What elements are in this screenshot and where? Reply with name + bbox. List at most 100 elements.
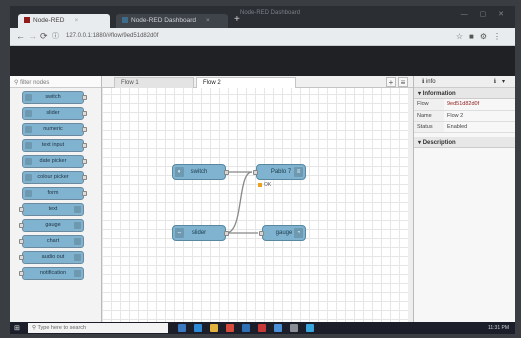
- tab-flow-1[interactable]: Flow 1: [114, 77, 194, 88]
- input-port[interactable]: [259, 231, 264, 236]
- input-port: [19, 255, 24, 260]
- palette-node-numeric[interactable]: numeric: [22, 123, 87, 136]
- palette-icon: [25, 174, 32, 181]
- sidebar-tab-bar: ℹ info ℹ▾: [414, 76, 515, 88]
- app-icon[interactable]: [258, 324, 266, 332]
- palette-node-text[interactable]: text: [19, 203, 84, 216]
- filter-placeholder: filter nodes: [20, 80, 50, 86]
- form-icon: [25, 190, 32, 197]
- slider-icon: ⇔: [175, 228, 184, 238]
- node-palette: ⚲ filter nodes switch slider numeric tex…: [10, 76, 102, 322]
- input-port[interactable]: [253, 170, 258, 175]
- flow-tab-label: Flow 2: [203, 80, 221, 86]
- palette-node-date-picker[interactable]: date picker: [22, 155, 87, 168]
- sidebar-tab-buttons[interactable]: ℹ▾: [494, 78, 511, 85]
- tab-info[interactable]: ℹ info: [422, 78, 436, 85]
- flow-tab-label: Flow 1: [121, 80, 139, 86]
- app-icon[interactable]: [290, 324, 298, 332]
- windows-start-icon[interactable]: ⊞: [14, 324, 20, 332]
- palette-node-label: text: [48, 206, 58, 212]
- section-title: Description: [422, 139, 456, 146]
- palette-node-audio-out[interactable]: audio out: [19, 251, 84, 264]
- new-tab-button[interactable]: +: [234, 14, 240, 25]
- palette-filter-input[interactable]: ⚲ filter nodes: [10, 76, 101, 88]
- property-key: Name: [414, 110, 444, 122]
- gauge-icon: [74, 222, 81, 229]
- palette-node-label: text input: [41, 142, 65, 148]
- information-section-header[interactable]: ▾ Information: [414, 88, 515, 99]
- slider-node[interactable]: ⇔ slider: [172, 225, 229, 241]
- switch-icon: ◐: [175, 167, 184, 177]
- slider-icon: [25, 110, 32, 117]
- palette-node-label: gauge: [45, 222, 61, 228]
- node-status: OK: [258, 182, 271, 188]
- switch-icon: [25, 94, 32, 101]
- app-icon[interactable]: [274, 324, 282, 332]
- add-flow-button[interactable]: +: [386, 77, 396, 87]
- section-title: Information: [422, 91, 456, 97]
- browser-action-icons[interactable]: ☆■⚙⋮: [456, 32, 507, 41]
- chart-icon: [74, 238, 81, 245]
- text-input-icon: [25, 142, 32, 149]
- site-info-icon[interactable]: ⓘ: [52, 31, 59, 41]
- forward-arrow-icon[interactable]: →: [28, 31, 37, 41]
- address-bar[interactable]: 127.0.0.1:1880/#flow/9ed51d82d0f: [62, 31, 452, 43]
- status-text: OK: [264, 182, 272, 188]
- wires: [225, 171, 258, 234]
- window-controls[interactable]: — ▢ ✕: [461, 10, 509, 18]
- store-icon[interactable]: [242, 324, 250, 332]
- back-arrow-icon[interactable]: ←: [16, 31, 25, 41]
- flow-list-button[interactable]: ≡: [398, 77, 408, 87]
- node-label: switch: [190, 169, 208, 175]
- close-tab-icon[interactable]: ×: [74, 17, 78, 24]
- info-properties-table: Flow 9ed51d82d0f Name Flow 2 Status Enab…: [414, 99, 515, 133]
- sidebar-tab-label: info: [425, 79, 436, 85]
- tab-flow-2[interactable]: Flow 2: [196, 77, 296, 88]
- system-tray-clock[interactable]: 11:31 PM: [488, 325, 509, 331]
- browser-tab-dashboard[interactable]: Node-RED Dashboard ×: [116, 14, 228, 28]
- output-port[interactable]: [224, 170, 229, 175]
- input-port: [19, 207, 24, 212]
- palette-node-colour-picker[interactable]: colour picker: [22, 171, 87, 184]
- palette-node-slider[interactable]: slider: [22, 107, 87, 120]
- output-port[interactable]: [224, 231, 229, 236]
- gauge-node[interactable]: gauge ◔: [259, 225, 306, 241]
- debug-icon: ≡: [294, 167, 303, 177]
- edge-icon[interactable]: [194, 324, 202, 332]
- debug-node[interactable]: Pablo 7 ≡: [253, 164, 306, 180]
- palette-node-label: date picker: [39, 158, 67, 164]
- audio-icon: [74, 254, 81, 261]
- property-value: Flow 2: [444, 110, 515, 122]
- palette-node-label: colour picker: [37, 174, 69, 180]
- browser-tab-strip: Node-RED Dashboard Node-RED × Node-RED Da…: [10, 6, 515, 28]
- wire-slider-debug[interactable]: [225, 171, 253, 234]
- window-title: Node-RED Dashboard: [240, 10, 301, 16]
- node-red-header: [10, 46, 515, 76]
- tab-label: Node-RED: [33, 17, 65, 24]
- palette-node-notification[interactable]: notification: [19, 267, 84, 280]
- reload-icon[interactable]: ⟳: [40, 31, 48, 42]
- task-view-icon[interactable]: [178, 324, 186, 332]
- chrome-icon[interactable]: [226, 324, 234, 332]
- browser-tab-node-red[interactable]: Node-RED ×: [18, 14, 110, 28]
- output-port: [82, 159, 87, 164]
- app-icon[interactable]: [306, 324, 314, 332]
- palette-node-text-input[interactable]: text input: [22, 139, 87, 152]
- status-dot-icon: [258, 182, 262, 187]
- close-tab-icon[interactable]: ×: [206, 17, 210, 24]
- palette-node-switch[interactable]: switch: [22, 91, 87, 104]
- flow-canvas[interactable]: ◐ switch Pablo 7 ≡ OK ⇔ slider gauge ◔: [102, 88, 413, 322]
- property-value: 9ed51d82d0f: [444, 99, 515, 111]
- palette-node-form[interactable]: form: [22, 187, 87, 200]
- property-key: Flow: [414, 99, 444, 111]
- output-port: [82, 143, 87, 148]
- file-explorer-icon[interactable]: [210, 324, 218, 332]
- flow-tab-bar: Flow 1 Flow 2 + ≡: [102, 76, 413, 88]
- description-section-header[interactable]: ▾ Description: [414, 136, 515, 148]
- switch-node[interactable]: ◐ switch: [172, 164, 229, 180]
- table-row: Status Enabled: [414, 121, 515, 133]
- taskbar-search-input[interactable]: ⚲ Type here to search: [28, 323, 168, 333]
- palette-node-gauge[interactable]: gauge: [19, 219, 84, 232]
- info-sidebar: ℹ info ℹ▾ ▾ Information Flow 9ed51d82d0f…: [413, 76, 515, 322]
- palette-node-chart[interactable]: chart: [19, 235, 84, 248]
